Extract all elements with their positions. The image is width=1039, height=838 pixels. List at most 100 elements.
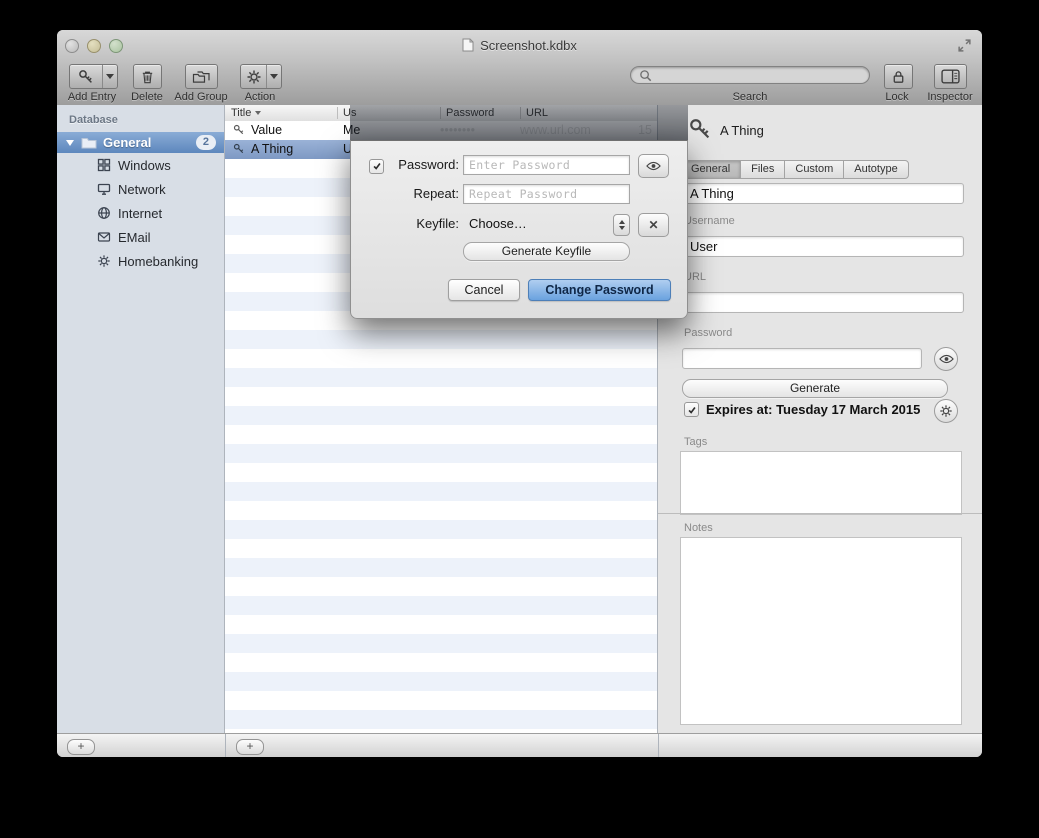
column-header-title[interactable]: Title bbox=[225, 105, 339, 121]
fullscreen-icon[interactable] bbox=[957, 38, 972, 53]
tab-custom[interactable]: Custom bbox=[784, 160, 844, 179]
expires-options-button[interactable] bbox=[934, 399, 958, 423]
eye-icon bbox=[939, 354, 954, 364]
chevron-down-icon bbox=[270, 74, 278, 79]
chevron-down-icon bbox=[619, 226, 625, 230]
username-label: Username bbox=[684, 215, 735, 227]
notes-input[interactable] bbox=[681, 538, 961, 724]
sidebar-item-internet[interactable]: Internet bbox=[57, 201, 224, 225]
key-icon bbox=[70, 65, 102, 88]
tags-box[interactable] bbox=[680, 451, 962, 515]
panel-icon bbox=[935, 65, 966, 88]
url-field[interactable] bbox=[682, 292, 964, 313]
action-button[interactable] bbox=[240, 64, 282, 89]
dialog-repeat-label: Repeat: bbox=[387, 183, 459, 205]
notes-box[interactable] bbox=[680, 537, 962, 725]
sidebar: Database General 2 Windows Network bbox=[57, 105, 225, 733]
windows-icon bbox=[97, 158, 111, 172]
tab-files[interactable]: Files bbox=[740, 160, 785, 179]
sidebar-item-homebanking[interactable]: Homebanking bbox=[57, 249, 224, 273]
sort-indicator-icon bbox=[255, 111, 261, 115]
screen: Screenshot.kdbx Add Entry Delete bbox=[0, 0, 1039, 838]
group-count-badge: 2 bbox=[196, 135, 216, 150]
document-icon bbox=[462, 38, 474, 52]
network-icon bbox=[97, 182, 111, 196]
eye-icon bbox=[646, 161, 661, 171]
divider bbox=[658, 734, 659, 757]
checkmark-icon bbox=[687, 405, 697, 415]
globe-icon bbox=[97, 206, 111, 220]
inspector-panel: A Thing General Files Custom Autotype Us… bbox=[658, 105, 982, 733]
chevron-up-icon bbox=[619, 220, 625, 224]
entry-title: Value bbox=[251, 121, 335, 140]
gear-icon bbox=[939, 404, 953, 418]
sidebar-item-email[interactable]: EMail bbox=[57, 225, 224, 249]
add-entry-button[interactable] bbox=[69, 64, 118, 89]
app-window: Screenshot.kdbx Add Entry Delete bbox=[57, 30, 982, 757]
tab-autotype[interactable]: Autotype bbox=[843, 160, 908, 179]
gear-icon bbox=[241, 65, 266, 88]
tags-input[interactable] bbox=[681, 452, 961, 514]
change-password-button[interactable]: Change Password bbox=[528, 279, 671, 301]
cancel-button[interactable]: Cancel bbox=[448, 279, 520, 301]
add-entry-footer-button[interactable]: + bbox=[236, 739, 264, 755]
group-label: General bbox=[103, 135, 151, 150]
sidebar-item-label: Windows bbox=[118, 158, 171, 173]
expires-checkbox[interactable] bbox=[684, 402, 699, 417]
generate-keyfile-button[interactable]: Generate Keyfile bbox=[463, 242, 630, 261]
sheet-shadow bbox=[350, 105, 688, 140]
toolbar: Add Entry Delete Add Group Action bbox=[57, 60, 982, 106]
inspector-tabs: General Files Custom Autotype bbox=[680, 160, 909, 179]
add-entry-dropdown[interactable] bbox=[102, 65, 117, 88]
clear-keyfile-button[interactable]: ✕ bbox=[638, 213, 669, 237]
chevron-down-icon bbox=[106, 74, 114, 79]
section-divider bbox=[658, 513, 982, 514]
username-field[interactable] bbox=[682, 236, 964, 257]
sidebar-item-network[interactable]: Network bbox=[57, 177, 224, 201]
sidebar-item-windows[interactable]: Windows bbox=[57, 153, 224, 177]
reveal-password-button[interactable] bbox=[638, 154, 669, 178]
folders-icon bbox=[186, 65, 217, 88]
magnifier-icon bbox=[639, 69, 652, 82]
titlebar: Screenshot.kdbx bbox=[57, 30, 982, 61]
lock-button[interactable] bbox=[884, 64, 913, 89]
password-checkbox[interactable] bbox=[369, 158, 384, 176]
notes-label: Notes bbox=[684, 522, 713, 534]
add-entry-label: Add Entry bbox=[57, 91, 127, 103]
keyfile-popup[interactable]: Choose… bbox=[469, 213, 527, 235]
add-group-button[interactable] bbox=[185, 64, 218, 89]
inspector-label: Inspector bbox=[917, 91, 982, 103]
delete-button[interactable] bbox=[133, 64, 162, 89]
add-group-footer-button[interactable]: + bbox=[67, 739, 95, 755]
action-dropdown[interactable] bbox=[266, 65, 281, 88]
key-icon bbox=[233, 143, 245, 155]
disclosure-triangle-icon[interactable] bbox=[66, 140, 74, 146]
sidebar-item-label: Homebanking bbox=[118, 254, 198, 269]
trash-icon bbox=[134, 65, 161, 88]
inspector-button[interactable] bbox=[934, 64, 967, 89]
key-icon bbox=[233, 124, 245, 136]
title-field[interactable] bbox=[682, 183, 964, 204]
search-field[interactable] bbox=[630, 66, 870, 84]
password-label: Password bbox=[684, 327, 732, 339]
search-input[interactable] bbox=[656, 67, 861, 83]
action-label: Action bbox=[229, 91, 291, 103]
sidebar-item-label: EMail bbox=[118, 230, 151, 245]
search-label: Search bbox=[630, 91, 870, 103]
tab-general[interactable]: General bbox=[680, 160, 741, 179]
sidebar-group-general[interactable]: General 2 bbox=[57, 132, 224, 153]
generate-password-button[interactable]: Generate bbox=[682, 379, 948, 398]
keyfile-stepper[interactable] bbox=[613, 214, 630, 236]
sidebar-header: Database bbox=[57, 105, 224, 132]
new-password-input[interactable] bbox=[463, 155, 630, 175]
reveal-password-button[interactable] bbox=[934, 347, 958, 371]
entry-title: A Thing bbox=[251, 140, 335, 159]
password-field[interactable] bbox=[682, 348, 922, 369]
dialog-keyfile-label: Keyfile: bbox=[387, 213, 459, 235]
expires-row: Expires at: Tuesday 17 March 2015 bbox=[684, 402, 920, 417]
gear-icon bbox=[97, 254, 111, 268]
divider bbox=[225, 734, 226, 757]
tags-label: Tags bbox=[684, 436, 707, 448]
checkmark-icon bbox=[372, 161, 382, 171]
repeat-password-input[interactable] bbox=[463, 184, 630, 204]
